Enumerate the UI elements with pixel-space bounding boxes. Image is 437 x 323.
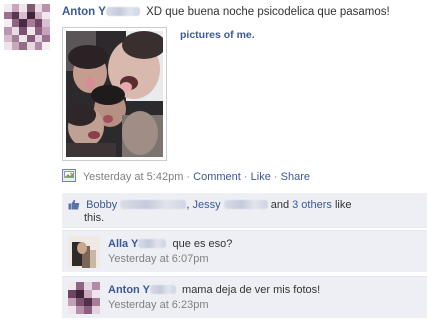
post-message: XD que buena noche psicodelica que pasam… bbox=[146, 6, 390, 18]
post-meta-row: Yesterday at 5:42pm · Comment · Like · S… bbox=[62, 169, 310, 183]
liker-second[interactable]: Jessy bbox=[192, 199, 220, 211]
comment-timestamp[interactable]: Yesterday at 6:23pm bbox=[108, 299, 209, 311]
post-photo[interactable] bbox=[66, 31, 163, 157]
comment-item: Anton Y mama deja de ver mis fotos! Yest… bbox=[62, 276, 427, 318]
likes-comma: , bbox=[186, 199, 190, 211]
album-link[interactable]: pictures of me. bbox=[180, 29, 255, 41]
post-timestamp[interactable]: Yesterday at 5:42pm bbox=[83, 171, 184, 183]
comment-text: mama deja de ver mis fotos! bbox=[182, 284, 321, 296]
comment-timestamp[interactable]: Yesterday at 6:07pm bbox=[108, 253, 209, 265]
separator: · bbox=[273, 171, 278, 183]
comment-item: Alla Y que es eso? Yesterday at 6:07pm bbox=[62, 230, 427, 272]
likes-tail: like bbox=[334, 199, 352, 211]
like-link[interactable]: Like bbox=[251, 171, 271, 183]
comment-link[interactable]: Comment bbox=[193, 171, 241, 183]
commenter-avatar[interactable] bbox=[68, 282, 100, 314]
comment-text: que es eso? bbox=[172, 238, 233, 250]
comment-line: Alla Y que es eso? bbox=[108, 238, 232, 250]
commenter-avatar[interactable] bbox=[68, 236, 100, 268]
comment-line: Anton Y mama deja de ver mis fotos! bbox=[108, 284, 320, 296]
liker-first[interactable]: Bobby bbox=[86, 199, 117, 211]
share-link[interactable]: Share bbox=[281, 171, 310, 183]
thumbs-up-icon bbox=[68, 199, 80, 210]
blurred-surname bbox=[120, 200, 187, 209]
likes-line: Bobby , Jessy and 3 others like bbox=[68, 199, 351, 211]
photo-status-icon bbox=[62, 169, 76, 182]
separator: · bbox=[243, 171, 248, 183]
likes-others-link[interactable]: 3 others bbox=[292, 199, 332, 211]
post-header: Anton Y XD que buena noche psicodelica q… bbox=[62, 6, 390, 18]
blurred-surname bbox=[105, 7, 140, 16]
post-author-name[interactable]: Anton Y bbox=[62, 6, 106, 18]
comment-author[interactable]: Anton Y bbox=[108, 284, 150, 296]
post-photo-frame[interactable] bbox=[62, 27, 167, 161]
blurred-surname bbox=[223, 200, 268, 209]
poster-avatar[interactable] bbox=[4, 4, 50, 50]
blurred-surname bbox=[149, 285, 176, 294]
likes-and: and bbox=[270, 199, 290, 211]
likes-line-2: this. bbox=[84, 212, 105, 224]
likes-box: Bobby , Jessy and 3 others like this. bbox=[62, 193, 427, 228]
blurred-surname bbox=[138, 239, 167, 248]
separator: · bbox=[186, 171, 191, 183]
comment-author[interactable]: Alla Y bbox=[108, 238, 138, 250]
photo-image bbox=[66, 31, 163, 157]
